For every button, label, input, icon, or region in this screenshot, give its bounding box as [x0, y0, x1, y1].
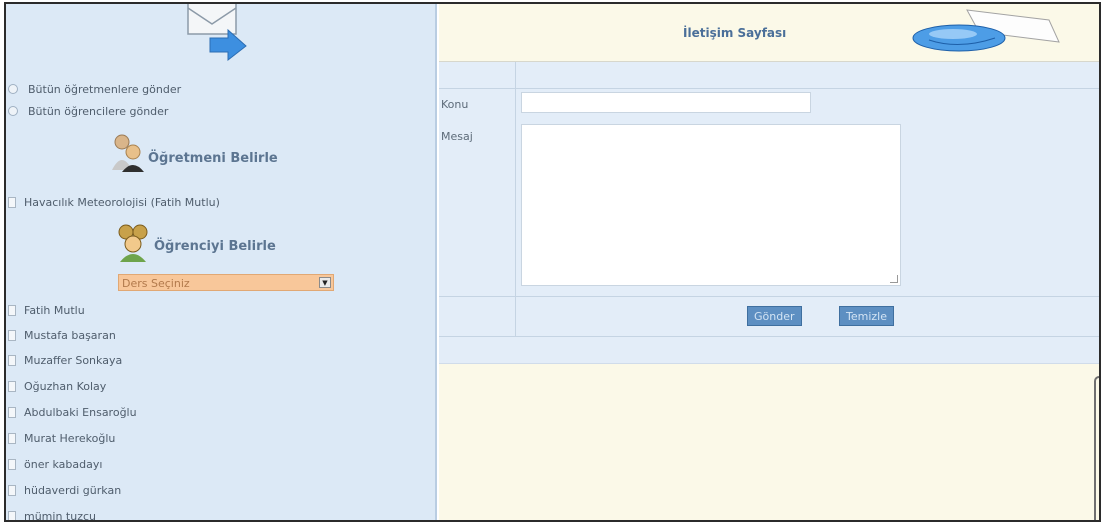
form-row-divider: [439, 336, 1099, 337]
page-title: İletişim Sayfası: [683, 26, 787, 40]
content-strip: [439, 352, 1099, 364]
checkbox[interactable]: [8, 510, 16, 520]
checkbox[interactable]: [8, 484, 16, 496]
contact-main: İletişim Sayfası Konu Mesaj Gönder Temiz…: [439, 4, 1099, 520]
teacher-option-label: Havacılık Meteorolojisi (Fatih Mutlu): [24, 195, 220, 209]
message-label: Mesaj: [441, 130, 473, 143]
student-heading-label: Öğrenciyi Belirle: [154, 239, 276, 254]
student-option-label: Muzaffer Sonkaya: [24, 353, 123, 367]
student-option[interactable]: Muzaffer Sonkaya: [8, 351, 122, 369]
subject-label: Konu: [441, 98, 469, 111]
student-option[interactable]: Mustafa başaran: [8, 326, 116, 344]
student-section-heading: Öğrenciyi Belirle: [116, 222, 276, 262]
teacher-option[interactable]: Havacılık Meteorolojisi (Fatih Mutlu): [8, 193, 220, 211]
inner-panel-edge: [1094, 376, 1099, 520]
checkbox[interactable]: [8, 196, 16, 208]
radio-all-students[interactable]: Bütün öğrencilere gönder: [8, 102, 168, 120]
student-option-label: Mustafa başaran: [24, 328, 116, 342]
radio-all-teachers[interactable]: Bütün öğretmenlere gönder: [8, 80, 181, 98]
checkbox[interactable]: [8, 458, 16, 470]
teacher-heading-label: Öğretmeni Belirle: [148, 151, 278, 166]
send-button[interactable]: Gönder: [747, 306, 802, 326]
student-option-label: Oğuzhan Kolay: [24, 379, 107, 393]
clear-button[interactable]: Temizle: [839, 306, 894, 326]
mail-arrow-icon: [187, 4, 247, 62]
chevron-down-icon[interactable]: ▼: [319, 277, 331, 288]
teacher-section-heading: Öğretmeni Belirle: [110, 132, 278, 172]
student-option[interactable]: mümin tuzcu: [8, 507, 97, 522]
checkbox[interactable]: [8, 406, 16, 418]
student-option[interactable]: hüdaverdi gürkan: [8, 481, 121, 499]
students-icon: [118, 224, 148, 262]
student-option[interactable]: öner kabadayı: [8, 455, 102, 473]
student-option-label: Abdulbaki Ensaroğlu: [24, 405, 137, 419]
radio-label: Bütün öğrencilere gönder: [28, 104, 169, 118]
student-option-label: Murat Herekoğlu: [24, 431, 116, 445]
student-option-label: öner kabadayı: [24, 457, 103, 471]
student-option[interactable]: Murat Herekoğlu: [8, 429, 115, 447]
message-textarea[interactable]: [521, 124, 901, 286]
recipient-sidebar: Bütün öğretmenlere gönder Bütün öğrencil…: [6, 4, 437, 520]
subject-input[interactable]: [521, 92, 811, 113]
radio-button[interactable]: [8, 106, 18, 116]
student-option[interactable]: Abdulbaki Ensaroğlu: [8, 403, 137, 421]
window-frame: Bütün öğretmenlere gönder Bütün öğrencil…: [4, 2, 1101, 522]
checkbox[interactable]: [8, 380, 16, 392]
page-header: İletişim Sayfası: [439, 4, 1099, 62]
form-row-divider: [439, 88, 1099, 89]
student-option-label: hüdaverdi gürkan: [24, 483, 122, 497]
contact-form: Konu Mesaj Gönder Temizle: [439, 62, 1099, 352]
student-option-label: mümin tuzcu: [24, 509, 97, 522]
form-row-divider: [439, 296, 1099, 297]
course-select[interactable]: Ders Seçiniz ▼: [118, 274, 334, 291]
checkbox[interactable]: [8, 304, 16, 316]
student-option-label: Fatih Mutlu: [24, 303, 85, 317]
student-option[interactable]: Fatih Mutlu: [8, 301, 85, 319]
student-option[interactable]: Oğuzhan Kolay: [8, 377, 106, 395]
radio-label: Bütün öğretmenlere gönder: [28, 82, 182, 96]
teacher-icon: [112, 134, 144, 172]
checkbox[interactable]: [8, 432, 16, 444]
globe-envelope-icon: [912, 9, 1060, 52]
checkbox[interactable]: [8, 329, 16, 341]
course-select-value: Ders Seçiniz: [122, 277, 190, 290]
form-divider: [515, 62, 516, 336]
checkbox[interactable]: [8, 354, 16, 366]
resize-grip-icon[interactable]: [890, 275, 898, 283]
radio-button[interactable]: [8, 84, 18, 94]
content-panel: [439, 352, 1099, 520]
